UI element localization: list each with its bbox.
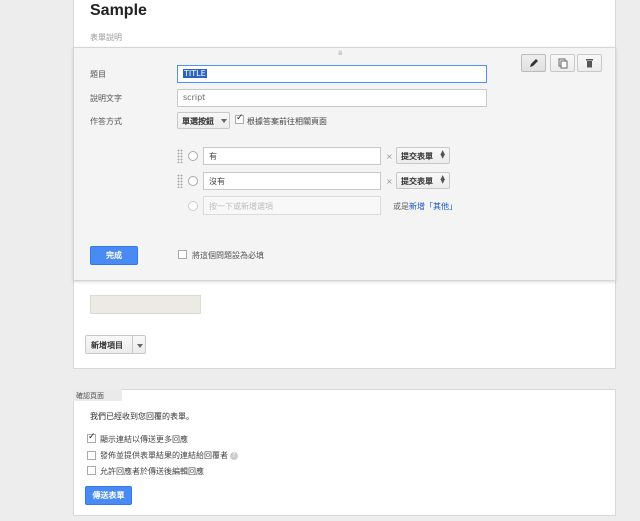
form-title[interactable]: Sample [90,2,147,20]
help-text-label: 說明文字 [90,94,122,103]
publish-results-label: 發佈並提供表單結果的連結給回覆者? [100,450,238,461]
chevron-down-icon [221,119,227,123]
option-input[interactable]: 有 [203,147,381,165]
show-link-checkbox[interactable] [87,432,96,443]
go-to-page-label: 根據答案前往相關頁面 [247,117,327,126]
form-description[interactable]: 表單說明 [90,32,122,43]
placeholder-block [90,295,201,314]
question-title-value: TITLE [183,69,207,78]
add-item-button[interactable]: 新增項目 [85,335,146,354]
duplicate-icon [558,58,567,68]
option-navigation-value: 提交表單 [401,177,433,186]
option-navigation-value: 提交表單 [401,152,433,161]
option-navigation-select[interactable]: 提交表單 ▲ ▼ [396,147,450,164]
delete-button[interactable] [577,54,602,72]
updown-icon: ▲ ▼ [440,174,445,185]
trash-icon [586,59,593,68]
option-radio [188,176,198,186]
duplicate-button[interactable] [550,54,575,72]
allow-edit-checkbox[interactable] [87,466,96,475]
divider [132,336,133,353]
required-checkbox[interactable] [178,250,187,259]
option-input[interactable]: 沒有 [203,172,381,190]
required-label: 將這個問題設為必填 [192,251,264,260]
option-drag-handle[interactable] [177,174,183,188]
chevron-down-icon [137,344,143,348]
question-title-input[interactable]: TITLE [177,65,487,83]
allow-edit-label: 允許回應者於傳送後編輯回應 [100,467,204,476]
show-link-label: 顯示連結以傳送更多回應 [100,435,188,444]
add-other-link[interactable]: 新增「其他」 [409,202,457,211]
add-other-text: 或是新增「其他」 [393,201,457,212]
confirmation-tag: 確認頁面 [73,389,122,401]
done-button[interactable]: 完成 [90,246,138,265]
publish-results-text: 發佈並提供表單結果的連結給回覆者 [100,451,228,460]
publish-results-checkbox[interactable] [87,451,96,460]
pencil-icon [529,59,538,67]
question-type-value: 單選按鈕 [182,117,214,126]
help-text-input[interactable]: script [177,89,487,107]
option-radio [188,201,198,211]
go-to-page-checkbox[interactable] [235,113,244,124]
question-type-label: 作答方式 [90,117,122,126]
help-icon[interactable]: ? [230,452,238,460]
add-item-label: 新增項目 [91,341,123,350]
updown-icon: ▲ ▼ [440,149,445,160]
drag-handle-icon[interactable]: ⁞⁞⁞⁞ [338,51,350,57]
option-radio [188,151,198,161]
add-option-input[interactable]: 按一下或新增選項 [203,196,381,215]
option-drag-handle[interactable] [177,149,183,163]
edit-button[interactable] [521,54,546,72]
question-title-label: 題目 [90,70,106,79]
add-other-prefix: 或是 [393,202,409,211]
remove-option-icon[interactable]: × [386,152,393,161]
submit-form-button[interactable]: 傳送表單 [85,486,132,505]
option-navigation-select[interactable]: 提交表單 ▲ ▼ [396,172,450,189]
remove-option-icon[interactable]: × [386,177,393,186]
confirmation-message[interactable]: 我們已經收到您回覆的表單。 [90,411,194,422]
